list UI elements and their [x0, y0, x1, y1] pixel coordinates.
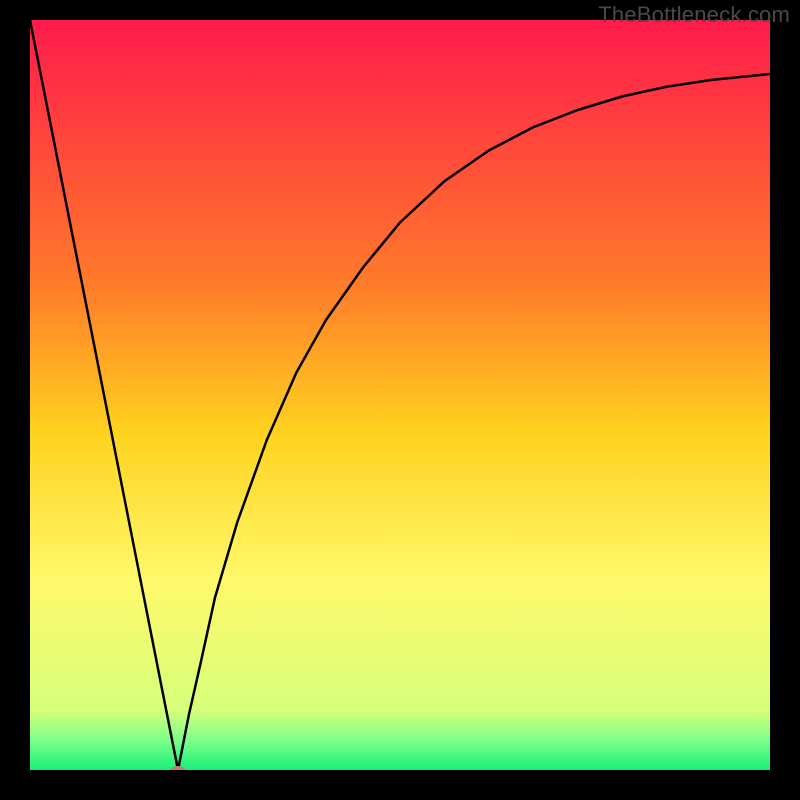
watermark-text: TheBottleneck.com [598, 2, 790, 28]
plot-area [30, 20, 770, 770]
gradient-bg [30, 20, 770, 770]
plot-svg [30, 20, 770, 770]
chart-frame: TheBottleneck.com [0, 0, 800, 800]
